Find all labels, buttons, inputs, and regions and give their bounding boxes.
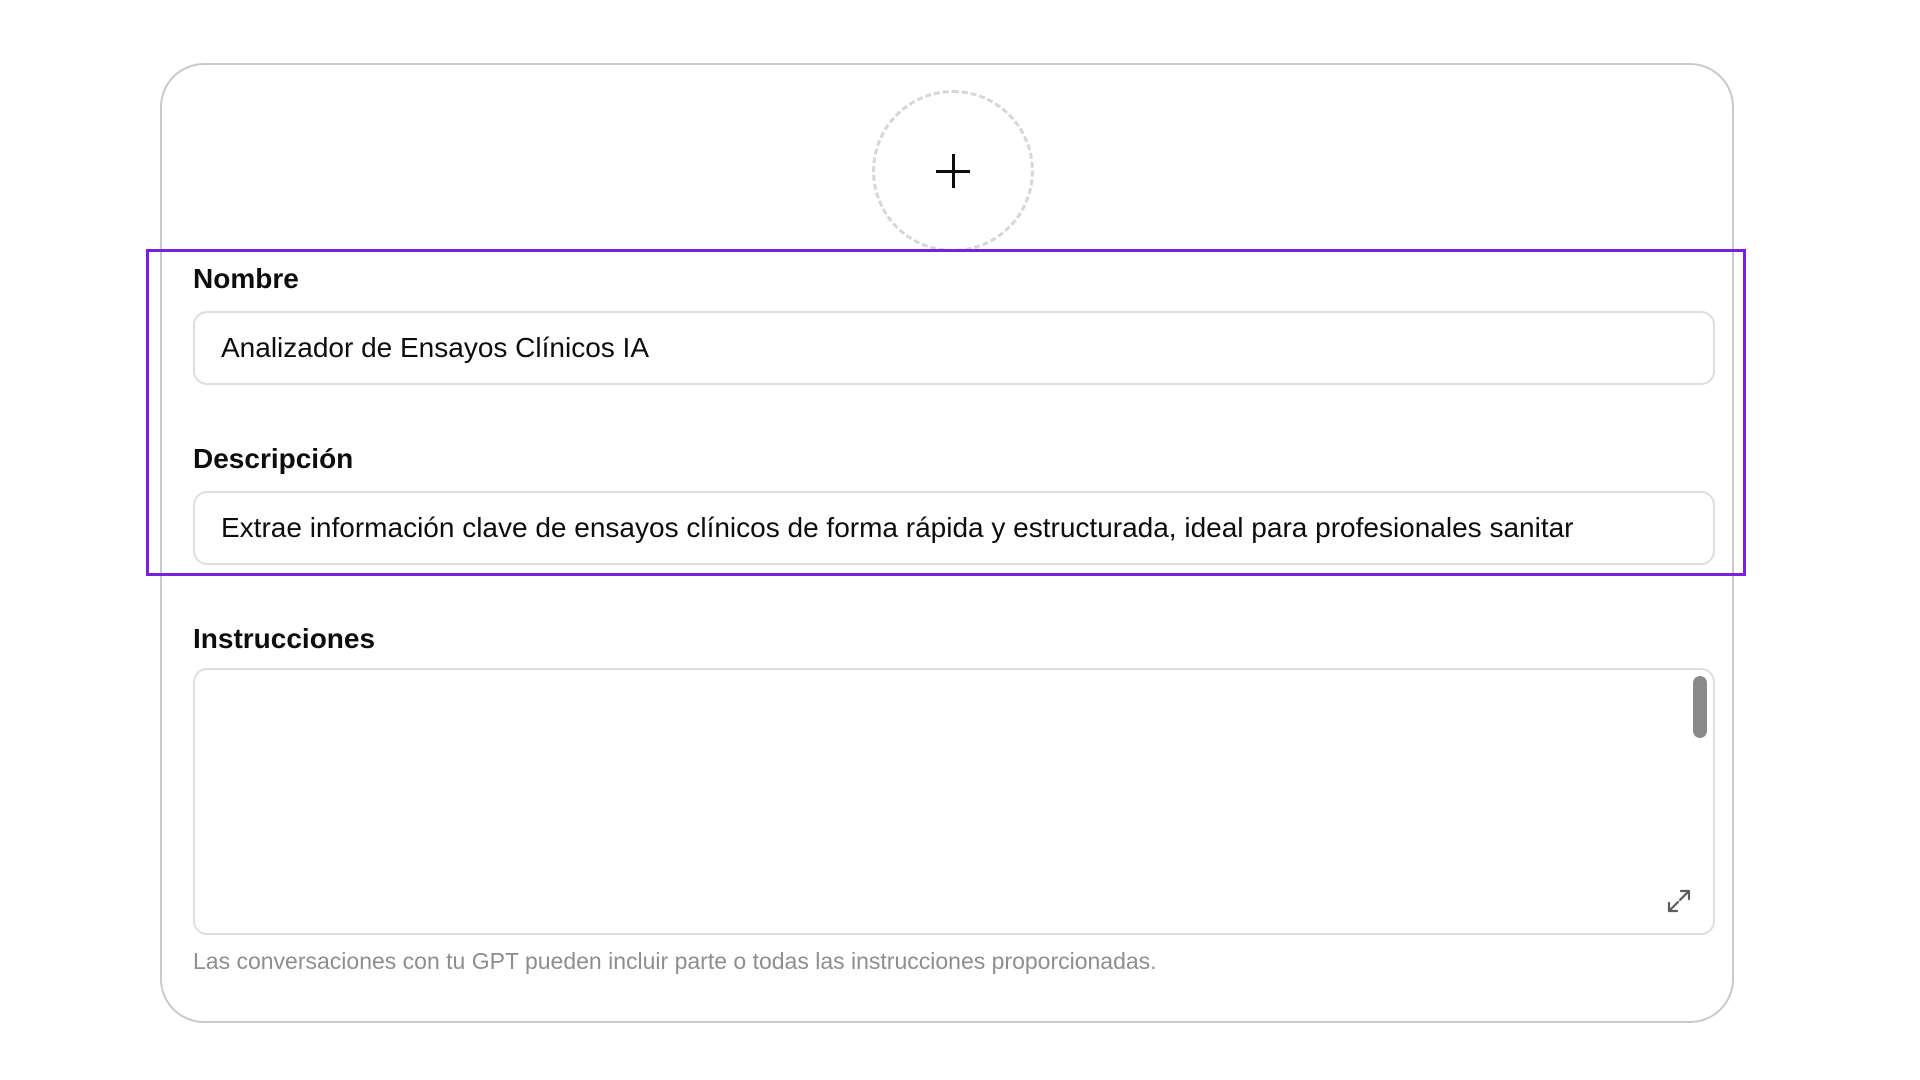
name-label: Nombre <box>193 263 299 294</box>
instructions-label: Instrucciones <box>193 623 376 654</box>
name-input[interactable] <box>193 311 1715 385</box>
description-label: Descripción <box>193 443 354 474</box>
avatar-upload-button[interactable] <box>872 90 1034 252</box>
textarea-scrollbar[interactable] <box>1693 676 1707 738</box>
instructions-textarea[interactable] <box>193 668 1715 935</box>
instructions-hint: Las conversaciones con tu GPT pueden inc… <box>193 948 1157 974</box>
description-input[interactable] <box>193 491 1715 565</box>
expand-icon[interactable] <box>1665 887 1693 915</box>
plus-icon <box>936 154 970 188</box>
